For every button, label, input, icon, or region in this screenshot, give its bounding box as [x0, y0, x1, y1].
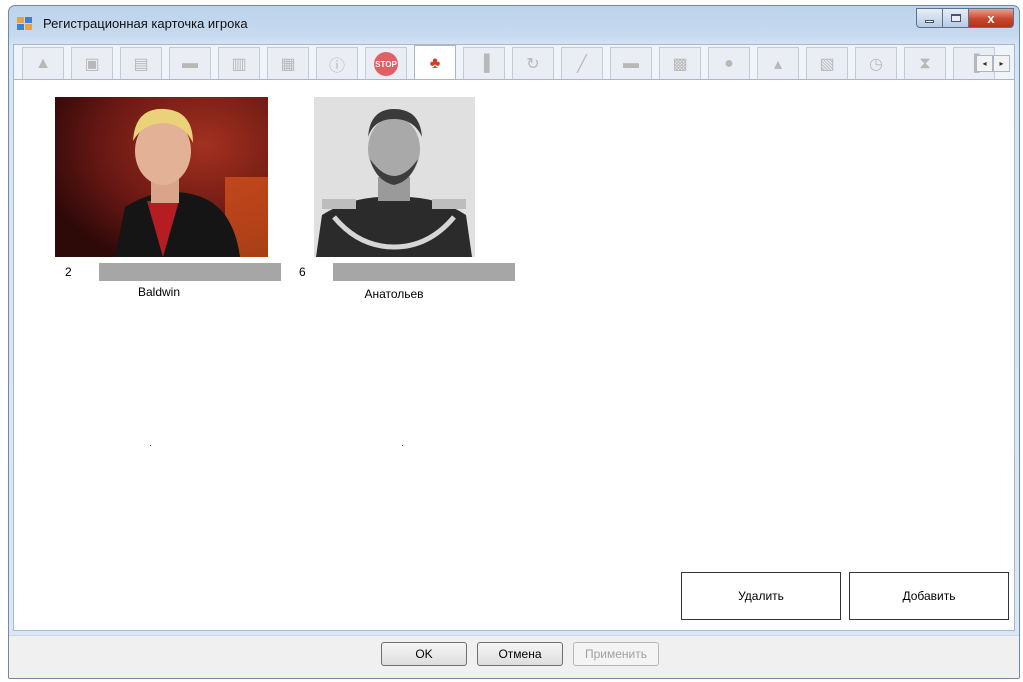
people-icon: ♣ — [429, 54, 441, 72]
delete-button[interactable]: Удалить — [681, 572, 841, 620]
lock-icon: ▣ — [84, 56, 100, 73]
id-card-icon: ▦ — [280, 56, 296, 73]
pen-icon: ╱ — [577, 56, 587, 73]
tab-bar-chart[interactable]: ▐ — [463, 47, 505, 80]
tab-lock[interactable]: ▣ — [71, 47, 113, 80]
tab-content-panel: 2 Baldwin 6 Анатольев Удалить Добавить — [13, 79, 1015, 631]
tab-info[interactable]: ⓘ — [316, 47, 358, 80]
maximize-icon — [950, 14, 961, 22]
player-name: Baldwin — [137, 285, 181, 299]
tab-money-bag[interactable]: ▴ — [757, 47, 799, 80]
minimize-button[interactable] — [916, 8, 943, 28]
stop-icon: STOP — [374, 52, 398, 76]
hourglass-icon: ⧗ — [919, 55, 931, 72]
player-number: 2 — [65, 265, 72, 279]
money-bag-icon: ▴ — [773, 56, 783, 73]
player-progress-bar — [333, 263, 515, 281]
user-icon: ▲ — [35, 55, 51, 72]
close-icon: x — [987, 10, 995, 26]
tab-hourglass[interactable]: ⧗ — [904, 47, 946, 80]
tab-coins[interactable]: ● — [708, 47, 750, 80]
tab-people[interactable]: ♣ — [414, 45, 456, 81]
tab-document[interactable]: ▤ — [120, 47, 162, 80]
maximize-button[interactable] — [943, 8, 969, 28]
caption-buttons: x — [916, 8, 1014, 28]
tab-user[interactable]: ▲ — [22, 47, 64, 80]
player-progress-bar — [99, 263, 281, 281]
info-icon: ⓘ — [328, 58, 345, 75]
tab-notebook[interactable]: ▧ — [806, 47, 848, 80]
player-photo[interactable] — [314, 97, 475, 257]
tab-stop[interactable]: STOP — [365, 47, 407, 80]
stray-dot — [150, 445, 151, 446]
document-icon: ▤ — [133, 56, 149, 73]
stray-dot — [402, 445, 403, 446]
tab-strip: ▐ ⧗ ◷ ▧ ▴ ● ▩ ▬ ╱ ↻ ▐ ♣ STOP ⓘ ▦ ▥ ▬ ▤ ▣ ▲ ◂ ▸ — [13, 44, 1015, 81]
app-icon — [17, 17, 33, 31]
bar-chart-icon: ▐ — [478, 55, 490, 72]
tab-scroll-right-button[interactable]: ▸ — [993, 55, 1010, 72]
close-button[interactable]: x — [969, 8, 1014, 28]
car-icon: ▬ — [623, 55, 639, 72]
tab-clock-money[interactable]: ◷ — [855, 47, 897, 80]
tab-card[interactable]: ▬ — [169, 47, 211, 80]
tab-car[interactable]: ▬ — [610, 47, 652, 80]
tab-refresh[interactable]: ↻ — [512, 47, 554, 80]
player-registration-window: Регистрационная карточка игрока x ▐ ⧗ ◷ ▧ ▴ ●… — [8, 5, 1020, 679]
window-title: Регистрационная карточка игрока — [43, 16, 248, 31]
title-bar[interactable]: Регистрационная карточка игрока x — [9, 6, 1019, 40]
add-button[interactable]: Добавить — [849, 572, 1009, 620]
minimize-icon — [925, 19, 934, 23]
cancel-button[interactable]: Отмена — [477, 642, 563, 666]
notebook-icon: ▧ — [819, 56, 835, 73]
player-name: Анатольев — [364, 287, 424, 301]
ok-button[interactable]: OK — [381, 642, 467, 666]
player-photo[interactable] — [55, 97, 268, 257]
tab-page[interactable]: ▥ — [218, 47, 260, 80]
dialog-footer: OK Отмена Применить — [9, 635, 1019, 678]
tab-scroll-buttons: ◂ ▸ — [976, 55, 1010, 72]
tab-pen[interactable]: ╱ — [561, 47, 603, 80]
apply-button[interactable]: Применить — [573, 642, 659, 666]
calculator-icon: ▩ — [672, 56, 688, 73]
card-icon: ▬ — [182, 55, 198, 72]
tab-id-card[interactable]: ▦ — [267, 47, 309, 80]
player-number: 6 — [299, 265, 306, 279]
coins-icon: ● — [724, 55, 734, 72]
clock-money-icon: ◷ — [869, 56, 883, 73]
refresh-icon: ↻ — [526, 56, 540, 73]
page-icon: ▥ — [231, 56, 247, 73]
tab-scroll-left-button[interactable]: ◂ — [976, 55, 993, 72]
tab-calculator[interactable]: ▩ — [659, 47, 701, 80]
